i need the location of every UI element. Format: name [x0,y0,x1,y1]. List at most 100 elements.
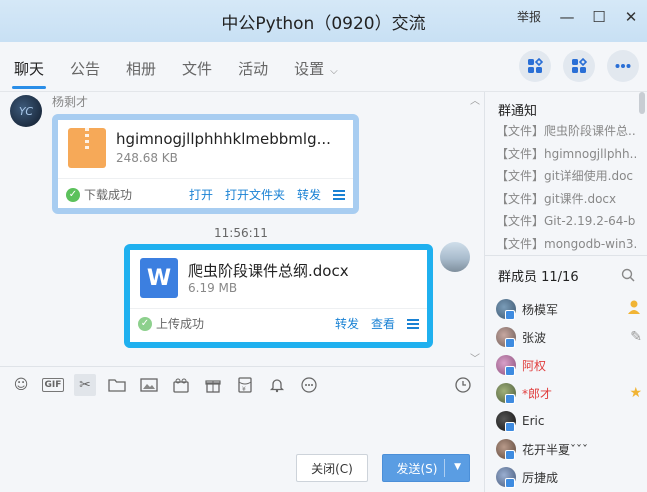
member-item[interactable]: 厉捷成 [496,463,644,491]
emoji-icon[interactable]: ☺ [10,374,32,396]
chevron-down-icon[interactable]: ﹀ [470,350,480,365]
report-button[interactable]: 举报 [517,8,541,25]
more-icon[interactable] [298,374,320,396]
input-toolbar: ☺ GIF ✂ ¥ [0,366,484,402]
image-icon[interactable] [138,374,160,396]
file-actions: 转发 查看 [335,315,419,332]
online-badge [505,450,515,460]
member-item[interactable]: 花开半夏ˇˇˇ [496,435,644,463]
app-center-button[interactable] [563,50,595,82]
check-circle-icon: ✓ [138,316,152,331]
tab-bar: 聊天 公告 相册 文件 活动 设置 ⌵ [0,42,647,92]
divider [58,178,353,179]
svg-text:¥: ¥ [242,386,246,393]
tab-files[interactable]: 文件 [182,58,212,89]
send-button[interactable]: 发送(S) ▼ [382,454,470,482]
gif-icon[interactable]: GIF [42,377,64,392]
online-badge [505,338,515,348]
message-timestamp: 11:56:11 [214,226,268,240]
apps-button[interactable] [519,50,551,82]
chat-area[interactable]: ︿ YC 杨剩才 hgimnogjllphhhklmebbmlg... 248.… [0,92,484,366]
open-folder-link[interactable]: 打开文件夹 [225,186,285,203]
tab-chat[interactable]: 聊天 [11,58,47,89]
bell-icon[interactable] [266,374,288,396]
divider [485,255,647,256]
gift-icon-svg [205,379,221,393]
tab-activities[interactable]: 活动 [238,58,268,89]
notice-item[interactable]: 【文件】mongodb-win3... [496,233,636,256]
wps-document-icon: W [140,258,178,298]
folder-icon[interactable] [106,374,128,396]
title-bar: 中公Python（0920）交流 举报 — ☐ ✕ [0,0,647,42]
minimize-button[interactable]: — [559,8,575,26]
check-circle-icon: ✓ [66,187,80,202]
maximize-button[interactable]: ☐ [591,8,607,26]
gift-box-icon-svg [173,378,189,393]
online-badge [505,422,515,432]
file-message-received[interactable]: hgimnogjllphhhklmebbmlg... 248.68 KB ✓ 下… [52,114,359,214]
search-icon[interactable] [621,268,635,282]
close-window-button[interactable]: ✕ [623,8,639,26]
avatar [496,355,516,376]
notice-list: 【文件】爬虫阶段课件总... 【文件】hgimnogjllphh... 【文件】… [496,120,636,255]
online-badge [505,394,515,404]
file-actions: 打开 打开文件夹 转发 [189,186,345,203]
gift-icon[interactable] [202,374,224,396]
notice-item[interactable]: 【文件】爬虫阶段课件总... [496,120,636,143]
image-icon-svg [140,377,158,392]
tab-list: 聊天 公告 相册 文件 活动 设置 ⌵ [11,58,338,89]
chevron-up-icon[interactable]: ︿ [470,92,480,107]
member-name: 厉捷成 [522,470,559,485]
view-link[interactable]: 查看 [371,315,395,332]
member-item[interactable]: *郎才 ★ [496,379,644,407]
member-item[interactable]: 杨模军 [496,295,644,323]
avatar [496,467,516,488]
right-panel: 群通知 【文件】爬虫阶段课件总... 【文件】hgimnogjllphh... … [485,92,647,492]
member-item[interactable]: 阿权 [496,351,644,379]
file-name[interactable]: 爬虫阶段课件总纲.docx [188,260,413,281]
close-button[interactable]: 关闭(C) [296,454,368,482]
window-title: 中公Python（0920）交流 [221,13,426,34]
file-message-sent[interactable]: W 爬虫阶段课件总纲.docx 6.19 MB ✓ 上传成功 转发 查看 [124,244,433,348]
avatar [496,383,516,404]
avatar [496,299,516,320]
avatar [496,439,516,460]
member-name: 花开半夏ˇˇˇ [522,442,589,457]
tab-album[interactable]: 相册 [126,58,156,89]
scrollbar[interactable] [639,92,645,114]
history-clock-icon[interactable] [452,374,474,396]
forward-link[interactable]: 转发 [335,315,359,332]
red-packet-icon[interactable]: ¥ [234,374,256,396]
chevron-down-icon[interactable]: ▼ [454,462,461,472]
gift-box-icon[interactable] [170,374,192,396]
member-item[interactable]: 张波 ✎ [496,323,644,351]
clock-icon-svg [455,376,471,393]
tab-settings[interactable]: 设置 ⌵ [294,58,338,89]
notice-item[interactable]: 【文件】git课件.docx [496,188,636,211]
scissors-icon[interactable]: ✂ [74,373,96,396]
send-button-label: 发送(S) [396,461,438,476]
forward-link[interactable]: 转发 [297,186,321,203]
message-input[interactable]: 关闭(C) 发送(S) ▼ [0,402,484,492]
tab-settings-label: 设置 [294,60,325,78]
online-badge [505,366,515,376]
notice-item[interactable]: 【文件】hgimnogjllphh... [496,143,636,166]
download-status: ✓ 下载成功 [66,186,132,203]
avatar[interactable]: YC [10,95,42,127]
star-icon: ★ [629,385,642,401]
more-options-button[interactable] [607,50,639,82]
member-item[interactable]: Eric [496,407,644,435]
tab-announcements[interactable]: 公告 [70,58,100,89]
avatar[interactable] [440,242,470,272]
upload-status: ✓ 上传成功 [138,315,204,332]
divider [130,308,427,309]
open-link[interactable]: 打开 [189,186,213,203]
menu-icon[interactable] [333,189,345,200]
file-name[interactable]: hgimnogjllphhhklmebbmlg... [116,130,341,148]
status-text: 上传成功 [156,317,205,331]
notice-item[interactable]: 【文件】git详细使用.doc [496,165,636,188]
member-name: 张波 [522,330,547,345]
notice-item[interactable]: 【文件】Git-2.19.2-64-b... [496,210,636,233]
menu-icon[interactable] [407,318,419,329]
avatar [496,411,516,432]
